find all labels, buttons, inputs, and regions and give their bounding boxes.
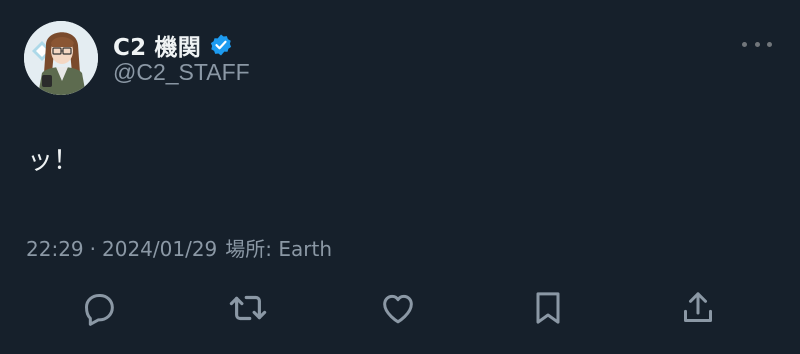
author-name-row: C2 機関 — [113, 28, 233, 62]
share-icon[interactable] — [676, 286, 720, 330]
action-bar — [0, 286, 800, 330]
meta-separator: · — [89, 237, 96, 261]
retweet-icon[interactable] — [226, 286, 270, 330]
more-options-icon[interactable] — [742, 34, 772, 54]
author-handle[interactable]: @C2_STAFF — [113, 59, 250, 86]
tweet-date[interactable]: 2024/01/29 — [102, 237, 217, 261]
tweet-location: 場所: Earth — [225, 237, 333, 261]
bookmark-icon[interactable] — [526, 286, 570, 330]
verified-badge-icon — [209, 33, 233, 57]
like-icon[interactable] — [376, 286, 420, 330]
display-name[interactable]: C2 機関 — [113, 28, 201, 62]
reply-icon[interactable] — [77, 286, 121, 330]
avatar[interactable] — [24, 21, 98, 95]
tweet-time[interactable]: 22:29 — [26, 237, 84, 261]
tweet-card: C2 機関 @C2_STAFF ッ！ 22:29 · 2024/01/29 場所: E… — [0, 0, 800, 354]
tweet-meta: 22:29 · 2024/01/29 場所: Earth — [26, 233, 332, 262]
tweet-text: ッ！ — [27, 146, 80, 176]
